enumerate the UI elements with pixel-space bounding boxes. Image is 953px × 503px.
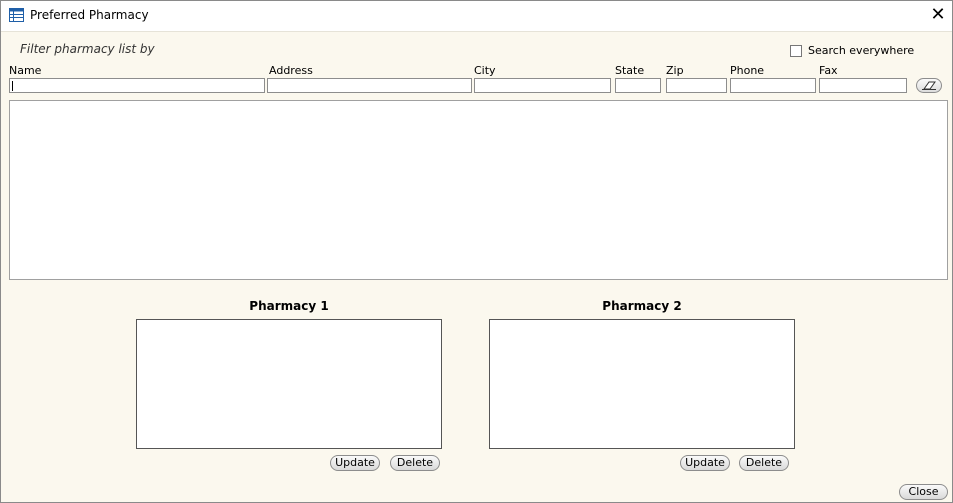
close-icon: ✕ [930, 4, 946, 25]
city-label: City [474, 64, 496, 77]
close-window-button[interactable]: ✕ [927, 5, 949, 25]
pharmacy-1-delete-button[interactable]: Delete [390, 455, 440, 471]
clear-filters-button[interactable] [916, 78, 942, 93]
city-field[interactable] [474, 78, 611, 93]
zip-field[interactable] [666, 78, 727, 93]
state-field[interactable] [615, 78, 661, 93]
fax-label: Fax [819, 64, 838, 77]
eraser-icon [922, 81, 936, 90]
phone-label: Phone [730, 64, 765, 77]
pharmacy-1-update-button[interactable]: Update [330, 455, 380, 471]
search-everywhere-checkbox[interactable] [790, 45, 802, 57]
pharmacy-1-box [136, 319, 442, 449]
state-label: State [615, 64, 645, 77]
text-cursor [12, 81, 13, 91]
filter-caption: Filter pharmacy list by [20, 42, 155, 56]
phone-field[interactable] [730, 78, 816, 93]
preferred-pharmacy-dialog: Preferred Pharmacy ✕ Filter pharmacy lis… [0, 0, 953, 503]
name-label: Name [9, 64, 42, 77]
address-field[interactable] [267, 78, 472, 93]
window-title: Preferred Pharmacy [30, 8, 149, 22]
pharmacy-2-update-button[interactable]: Update [680, 455, 730, 471]
fax-field[interactable] [819, 78, 907, 93]
title-bar: Preferred Pharmacy ✕ [1, 1, 952, 32]
pharmacy-results-list[interactable] [9, 100, 948, 280]
pharmacy-2-box [489, 319, 795, 449]
address-label: Address [269, 64, 313, 77]
pharmacy-2-delete-button[interactable]: Delete [739, 455, 789, 471]
pharmacy-1-title: Pharmacy 1 [249, 299, 329, 313]
search-everywhere-label: Search everywhere [808, 44, 915, 57]
name-field[interactable] [9, 78, 265, 93]
table-icon [9, 8, 24, 22]
zip-label: Zip [666, 64, 684, 77]
close-button[interactable]: Close [899, 484, 948, 500]
pharmacy-2-title: Pharmacy 2 [602, 299, 682, 313]
